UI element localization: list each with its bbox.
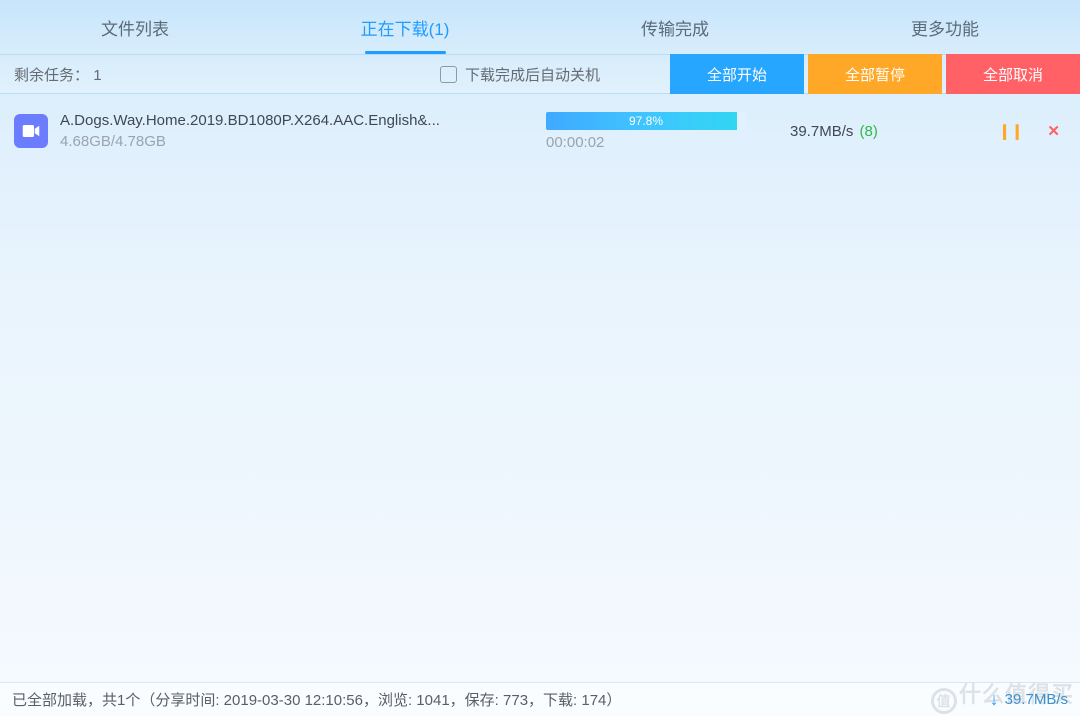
time-remaining: 00:00:02 (546, 134, 746, 151)
speed-value: 39.7MB/s (790, 123, 853, 140)
pause-all-button[interactable]: 全部暂停 (808, 54, 942, 94)
tab-more[interactable]: 更多功能 (810, 15, 1080, 40)
download-speed: 39.7MB/s (8) (790, 123, 920, 140)
progress-percent: 97.8% (629, 114, 663, 128)
pause-icon[interactable]: ❙❙ (998, 122, 1023, 140)
download-arrow-icon: ↓ (990, 689, 999, 710)
start-all-button[interactable]: 全部开始 (670, 54, 804, 94)
shutdown-label: 下载完成后自动关机 (465, 64, 600, 85)
file-name: A.Dogs.Way.Home.2019.BD1080P.X264.AAC.En… (60, 112, 540, 129)
progress-column: 97.8% 00:00:02 (546, 112, 746, 151)
download-item[interactable]: A.Dogs.Way.Home.2019.BD1080P.X264.AAC.En… (0, 94, 1080, 168)
thread-count: (8) (860, 123, 878, 140)
shutdown-checkbox[interactable] (440, 66, 457, 83)
control-bar: 剩余任务： 1 下载完成后自动关机 全部开始 全部暂停 全部取消 (0, 54, 1080, 94)
video-icon (14, 114, 48, 148)
footer-status: 已全部加载，共1个（分享时间: 2019-03-30 12:10:56，浏览: … (12, 689, 621, 710)
shutdown-after-done: 下载完成后自动关机 (440, 64, 666, 85)
remaining-count: 1 (93, 67, 101, 84)
item-actions: ❙❙ ✕ (998, 122, 1060, 140)
remaining-tasks: 剩余任务： 1 (0, 64, 440, 85)
tab-completed[interactable]: 传输完成 (540, 15, 810, 40)
file-size: 4.68GB/4.78GB (60, 133, 540, 150)
tab-downloading[interactable]: 正在下载(1) (270, 15, 540, 40)
progress-bar: 97.8% (546, 112, 746, 130)
footer-speed: ↓ 39.7MB/s (990, 689, 1068, 710)
cancel-all-button[interactable]: 全部取消 (946, 54, 1080, 94)
file-info: A.Dogs.Way.Home.2019.BD1080P.X264.AAC.En… (60, 112, 540, 150)
status-bar: 已全部加载，共1个（分享时间: 2019-03-30 12:10:56，浏览: … (0, 682, 1080, 716)
progress-remaining (737, 112, 746, 130)
cancel-icon[interactable]: ✕ (1047, 122, 1060, 140)
tab-bar: 文件列表 正在下载(1) 传输完成 更多功能 (0, 0, 1080, 54)
remaining-label: 剩余任务： (14, 67, 89, 84)
tab-file-list[interactable]: 文件列表 (0, 15, 270, 40)
footer-speed-value: 39.7MB/s (1005, 691, 1068, 708)
